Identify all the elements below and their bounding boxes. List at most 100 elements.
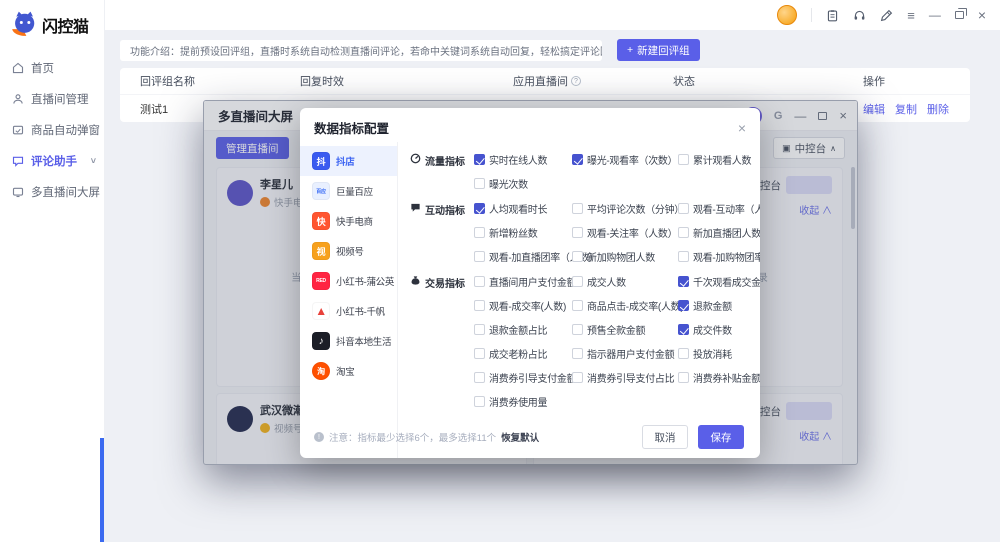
platform-item[interactable]: 百应 巨量百应: [300, 176, 397, 206]
metric-checkbox-item[interactable]: 平均评论次数（分钟）: [572, 201, 684, 216]
checkbox-icon[interactable]: [572, 372, 583, 383]
edit-link[interactable]: 编辑: [863, 101, 885, 117]
edit-note-icon[interactable]: [880, 9, 893, 22]
delete-link[interactable]: 删除: [927, 101, 949, 117]
checkbox-icon[interactable]: [678, 227, 689, 238]
sidebar-scrollbar[interactable]: [100, 438, 104, 542]
checkbox-icon[interactable]: [572, 154, 583, 165]
inner-close-icon[interactable]: ×: [839, 109, 847, 122]
chevron-down-icon[interactable]: ˅: [91, 156, 96, 166]
comment-icon: [12, 156, 24, 167]
metric-checkbox-item[interactable]: 指示器用户支付金额: [572, 346, 678, 361]
checkbox-icon[interactable]: [678, 203, 689, 214]
cancel-button[interactable]: 取消: [642, 425, 688, 449]
checkbox-icon[interactable]: [474, 251, 485, 262]
save-button[interactable]: 保存: [698, 425, 744, 449]
copy-link[interactable]: 复制: [895, 101, 917, 117]
platform-item[interactable]: ▲ 小红书-千帆: [300, 296, 397, 326]
metric-checkbox-item[interactable]: 曝光次数: [474, 176, 572, 191]
metric-checkbox-item[interactable]: 预售全款金额: [572, 322, 678, 337]
metric-checkbox-item[interactable]: 退款金额: [678, 298, 760, 313]
checkbox-icon[interactable]: [678, 348, 689, 359]
room-action-button-disabled[interactable]: [786, 176, 832, 194]
checkbox-icon[interactable]: [572, 300, 583, 311]
sidebar-item-liveroom-management[interactable]: 直播间管理: [0, 83, 104, 114]
inner-scrollbar[interactable]: [851, 167, 855, 229]
inner-maximize-icon[interactable]: [818, 111, 828, 120]
checkbox-icon[interactable]: [474, 348, 485, 359]
metric-checkbox-item[interactable]: 人均观看时长: [474, 201, 572, 216]
restore-default-link[interactable]: 恢复默认: [501, 430, 539, 444]
checkbox-icon[interactable]: [572, 203, 583, 214]
checkbox-icon[interactable]: [678, 251, 689, 262]
sidebar-item-comment-assistant[interactable]: 评论助手 ˅: [0, 145, 104, 176]
checkbox-icon[interactable]: [474, 324, 485, 335]
modal-close-icon[interactable]: ×: [738, 121, 746, 135]
support-headset-icon[interactable]: [853, 9, 866, 22]
close-window-icon[interactable]: ×: [978, 8, 986, 22]
checkbox-icon[interactable]: [572, 324, 583, 335]
metric-checkbox-item[interactable]: 观看-互动率（人数）: [678, 201, 760, 216]
sidebar-item-multi-liveroom-screen[interactable]: 多直播间大屏: [0, 176, 104, 207]
checkbox-icon[interactable]: [678, 372, 689, 383]
metric-checkbox-item[interactable]: 成交件数: [678, 322, 760, 337]
metric-checkbox-item[interactable]: 成交老粉占比: [474, 346, 572, 361]
console-toggle-button[interactable]: ▣ 中控台 ∧: [773, 137, 845, 159]
checkbox-icon[interactable]: [474, 300, 485, 311]
menu-icon[interactable]: ≡: [907, 9, 915, 22]
metric-checkbox-item[interactable]: 退款金额占比: [474, 322, 572, 337]
sidebar-item-product-popup[interactable]: 商品自动弹窗: [0, 114, 104, 145]
checkbox-icon[interactable]: [474, 154, 485, 165]
platform-item[interactable]: 视 视频号: [300, 236, 397, 266]
user-avatar[interactable]: [777, 5, 798, 25]
platform-item[interactable]: 淘 淘宝: [300, 356, 397, 386]
metric-checkbox-item[interactable]: 观看-关注率（人数）: [572, 225, 678, 240]
checkbox-icon[interactable]: [572, 348, 583, 359]
help-icon[interactable]: ?: [571, 76, 581, 86]
metric-checkbox-item[interactable]: 消费券引导支付占比: [572, 370, 678, 385]
new-reply-group-button[interactable]: + 新建回评组: [617, 39, 700, 61]
manage-liveroom-tab[interactable]: 管理直播间: [216, 137, 289, 159]
metric-checkbox-item[interactable]: 消费券补贴金额: [678, 370, 760, 385]
platform-item[interactable]: 抖 抖店: [300, 146, 397, 176]
checkbox-icon[interactable]: [474, 372, 485, 383]
checkbox-icon[interactable]: [678, 276, 689, 287]
minimize-icon[interactable]: —: [929, 9, 941, 21]
platform-item[interactable]: 快 快手电商: [300, 206, 397, 236]
metric-checkbox-item[interactable]: 新加购物团人数: [572, 249, 678, 264]
checkbox-icon[interactable]: [474, 203, 485, 214]
metric-checkbox-item[interactable]: 直播间用户支付金额: [474, 274, 577, 289]
metric-checkbox-item[interactable]: 商品点击-成交率(人数): [572, 298, 684, 313]
platform-item[interactable]: ♪ 抖音本地生活: [300, 326, 397, 356]
checkbox-icon[interactable]: [474, 227, 485, 238]
checkbox-icon[interactable]: [572, 227, 583, 238]
checkbox-icon[interactable]: [572, 251, 583, 262]
checkbox-icon[interactable]: [678, 324, 689, 335]
metric-checkbox-item[interactable]: 曝光-观看率（次数）: [572, 152, 678, 167]
g-mode-icon[interactable]: G: [774, 110, 783, 122]
sidebar-item-home[interactable]: 首页: [0, 52, 104, 83]
checkbox-icon[interactable]: [678, 154, 689, 165]
metric-checkbox-item[interactable]: 观看-加购物团率（人数）: [678, 249, 760, 264]
room-action-button-disabled[interactable]: [786, 402, 832, 420]
metric-checkbox-item[interactable]: 新加直播团人数: [678, 225, 760, 240]
inner-minimize-icon[interactable]: —: [794, 110, 806, 122]
clipboard-icon[interactable]: [826, 9, 839, 22]
checkbox-icon[interactable]: [474, 178, 485, 189]
restore-window-icon[interactable]: [954, 8, 967, 19]
checkbox-icon[interactable]: [474, 396, 485, 407]
platform-item[interactable]: RED 小红书-蒲公英: [300, 266, 397, 296]
metric-checkbox-item[interactable]: 观看-成交率(人数): [474, 298, 572, 313]
metric-checkbox-item[interactable]: 消费券引导支付金额: [474, 370, 577, 385]
metric-checkbox-item[interactable]: 实时在线人数: [474, 152, 572, 167]
checkbox-icon[interactable]: [678, 300, 689, 311]
metric-checkbox-item[interactable]: 消费券使用量: [474, 394, 572, 409]
metric-checkbox-item[interactable]: 千次观看成交金额: [678, 274, 760, 289]
metric-checkbox-item[interactable]: 累计观看人数: [678, 152, 752, 167]
metric-checkbox-item[interactable]: 新增粉丝数: [474, 225, 572, 240]
checkbox-icon[interactable]: [474, 276, 485, 287]
metric-checkbox-item[interactable]: 观看-加直播团率（人数）: [474, 249, 599, 264]
metric-checkbox-item[interactable]: 成交人数: [572, 274, 678, 289]
metric-checkbox-item[interactable]: 投放消耗: [678, 346, 760, 361]
checkbox-icon[interactable]: [572, 276, 583, 287]
